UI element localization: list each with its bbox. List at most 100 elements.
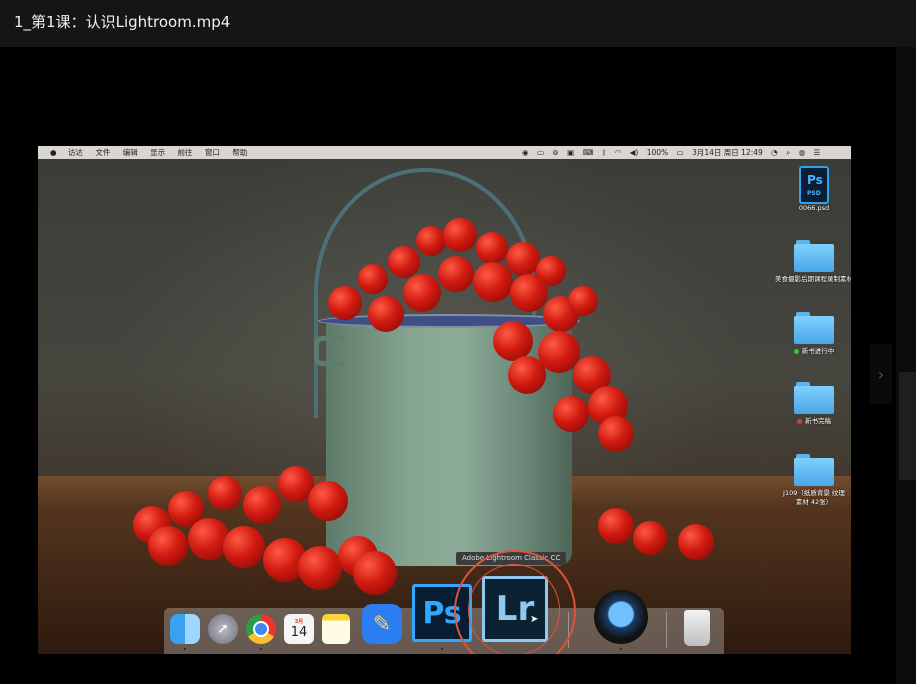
scrollbar-thumb[interactable]: [899, 372, 916, 480]
bucket-ear: [314, 336, 344, 366]
screen-icon[interactable]: ▭: [537, 148, 544, 157]
folder-icon: [794, 312, 834, 344]
tomato: [553, 396, 589, 432]
finder-icon[interactable]: [170, 614, 200, 644]
psd-file-icon: Ps PSD: [799, 166, 829, 204]
desktop-folder-book-done[interactable]: 新书完稿: [774, 382, 851, 426]
clock[interactable]: 3月14日 周日 12:49: [692, 148, 763, 157]
tomato: [416, 226, 446, 256]
tomato: [510, 274, 548, 312]
user-icon[interactable]: ◔: [771, 148, 778, 157]
tomato: [308, 481, 348, 521]
keyboard-icon[interactable]: ⌨: [583, 148, 594, 157]
calendar-icon[interactable]: 3月 14: [284, 614, 314, 644]
desktop-item-label-wrap: 新书完稿: [774, 417, 851, 426]
menu-edit[interactable]: 编辑: [123, 148, 138, 157]
tomato: [508, 356, 546, 394]
tomato: [353, 551, 397, 595]
tomato: [208, 476, 242, 510]
battery-icon[interactable]: ▭: [677, 148, 684, 157]
volume-icon[interactable]: ◀): [630, 148, 639, 157]
launchpad-icon[interactable]: ➚: [208, 614, 238, 644]
tomato: [223, 526, 265, 568]
calendar-day: 14: [290, 625, 308, 640]
dock: ➚ 3月 14 ✎ Ps Lr: [164, 576, 724, 654]
folder-icon: [794, 382, 834, 414]
next-arrow-button[interactable]: ›: [870, 344, 892, 404]
psd-ext: PSD: [807, 190, 821, 197]
psd-badge: Ps: [807, 173, 823, 187]
tomato: [298, 546, 342, 590]
green-tag-dot: [793, 348, 799, 354]
menu-go[interactable]: 前往: [178, 148, 193, 157]
tomato: [506, 242, 540, 276]
display-icon[interactable]: ▣: [567, 148, 574, 157]
click-highlight-ring-inner: [468, 564, 560, 654]
cursor-icon: ➤: [530, 614, 539, 625]
tomato: [443, 218, 477, 252]
apple-icon[interactable]: ●: [50, 146, 57, 159]
tomato: [148, 526, 188, 566]
siri-icon[interactable]: ◍: [799, 148, 806, 157]
tomato: [476, 232, 508, 264]
search-icon[interactable]: ⌕: [786, 148, 790, 157]
menu-finder[interactable]: 访达: [68, 148, 83, 157]
running-dot: [441, 648, 443, 650]
battery-percent[interactable]: 100%: [647, 148, 668, 157]
desktop-folder-book-progress[interactable]: 新书进行中: [774, 312, 851, 356]
desktop-item-label: J109（纸质背景 纹理 素材 42张）: [783, 489, 845, 506]
quicktime-icon[interactable]: [594, 590, 648, 644]
desktop-item-label: 0066.psd: [798, 204, 830, 212]
video-frame-desktop: ● 访达 文件 编辑 显示 前往 窗口 帮助 ◉ ▭ ⊚ ▣ ⌨ ᛒ ◠ ◀) …: [38, 146, 851, 654]
desktop-folder-j109[interactable]: J109（纸质背景 纹理 素材 42张）: [774, 454, 851, 507]
mac-menubar: ● 访达 文件 编辑 显示 前往 窗口 帮助 ◉ ▭ ⊚ ▣ ⌨ ᛒ ◠ ◀) …: [38, 146, 851, 159]
chevron-right-icon: ›: [877, 364, 885, 384]
trash-icon[interactable]: [684, 610, 710, 646]
menubar-status: ◉ ▭ ⊚ ▣ ⌨ ᛒ ◠ ◀) 100% ▭ 3月14日 周日 12:49 ◔…: [516, 146, 820, 159]
bucket-rim: [318, 314, 580, 328]
running-dot: [260, 648, 262, 650]
control-center-icon[interactable]: ☰: [814, 148, 821, 157]
running-dot: [184, 648, 186, 650]
desktop-item-label: 新书进行中: [801, 347, 835, 355]
tomato: [473, 262, 513, 302]
menu-file[interactable]: 文件: [95, 148, 110, 157]
desktop-item-label-wrap: 新书进行中: [774, 347, 851, 356]
desktop-file-psd[interactable]: Ps PSD 0066.psd: [774, 166, 851, 213]
tomato: [493, 321, 533, 361]
record-icon[interactable]: ◉: [522, 148, 529, 157]
scrollbar[interactable]: [896, 47, 916, 684]
menu-list: 访达 文件 编辑 显示 前往 窗口 帮助: [68, 146, 257, 159]
notes-icon[interactable]: [322, 614, 350, 644]
menu-window[interactable]: 窗口: [205, 148, 220, 157]
tomato: [598, 416, 634, 452]
chrome-icon[interactable]: [246, 614, 276, 644]
tomato: [243, 486, 281, 524]
video-title: 1_第1课：认识Lightroom.mp4: [14, 13, 231, 31]
video-title-bar: 1_第1课：认识Lightroom.mp4: [0, 0, 916, 47]
bluetooth-icon[interactable]: ᛒ: [602, 148, 607, 157]
red-tag-dot: [797, 418, 802, 424]
bucket: [326, 318, 572, 566]
tomato: [388, 246, 420, 278]
folder-icon: [794, 240, 834, 272]
dock-divider: [666, 612, 667, 648]
tomato: [438, 256, 474, 292]
cast-icon[interactable]: ⊚: [552, 148, 558, 157]
folder-icon: [794, 454, 834, 486]
chrome-center: [253, 621, 269, 637]
tomato: [678, 524, 714, 560]
running-dot: [620, 648, 622, 650]
desktop-item-label: 美食摄影后期课程录制素材: [775, 275, 851, 283]
tomato: [633, 521, 667, 555]
menu-help[interactable]: 帮助: [232, 148, 247, 157]
desktop-item-label: 新书完稿: [805, 417, 831, 425]
tomato: [568, 286, 598, 316]
tomato: [358, 264, 388, 294]
tomato: [403, 274, 441, 312]
tomato: [598, 508, 634, 544]
menu-view[interactable]: 显示: [150, 148, 165, 157]
pencil-app-icon[interactable]: ✎: [362, 604, 402, 644]
desktop-folder-course[interactable]: 美食摄影后期课程录制素材: [774, 240, 851, 284]
wifi-icon[interactable]: ◠: [615, 148, 622, 157]
